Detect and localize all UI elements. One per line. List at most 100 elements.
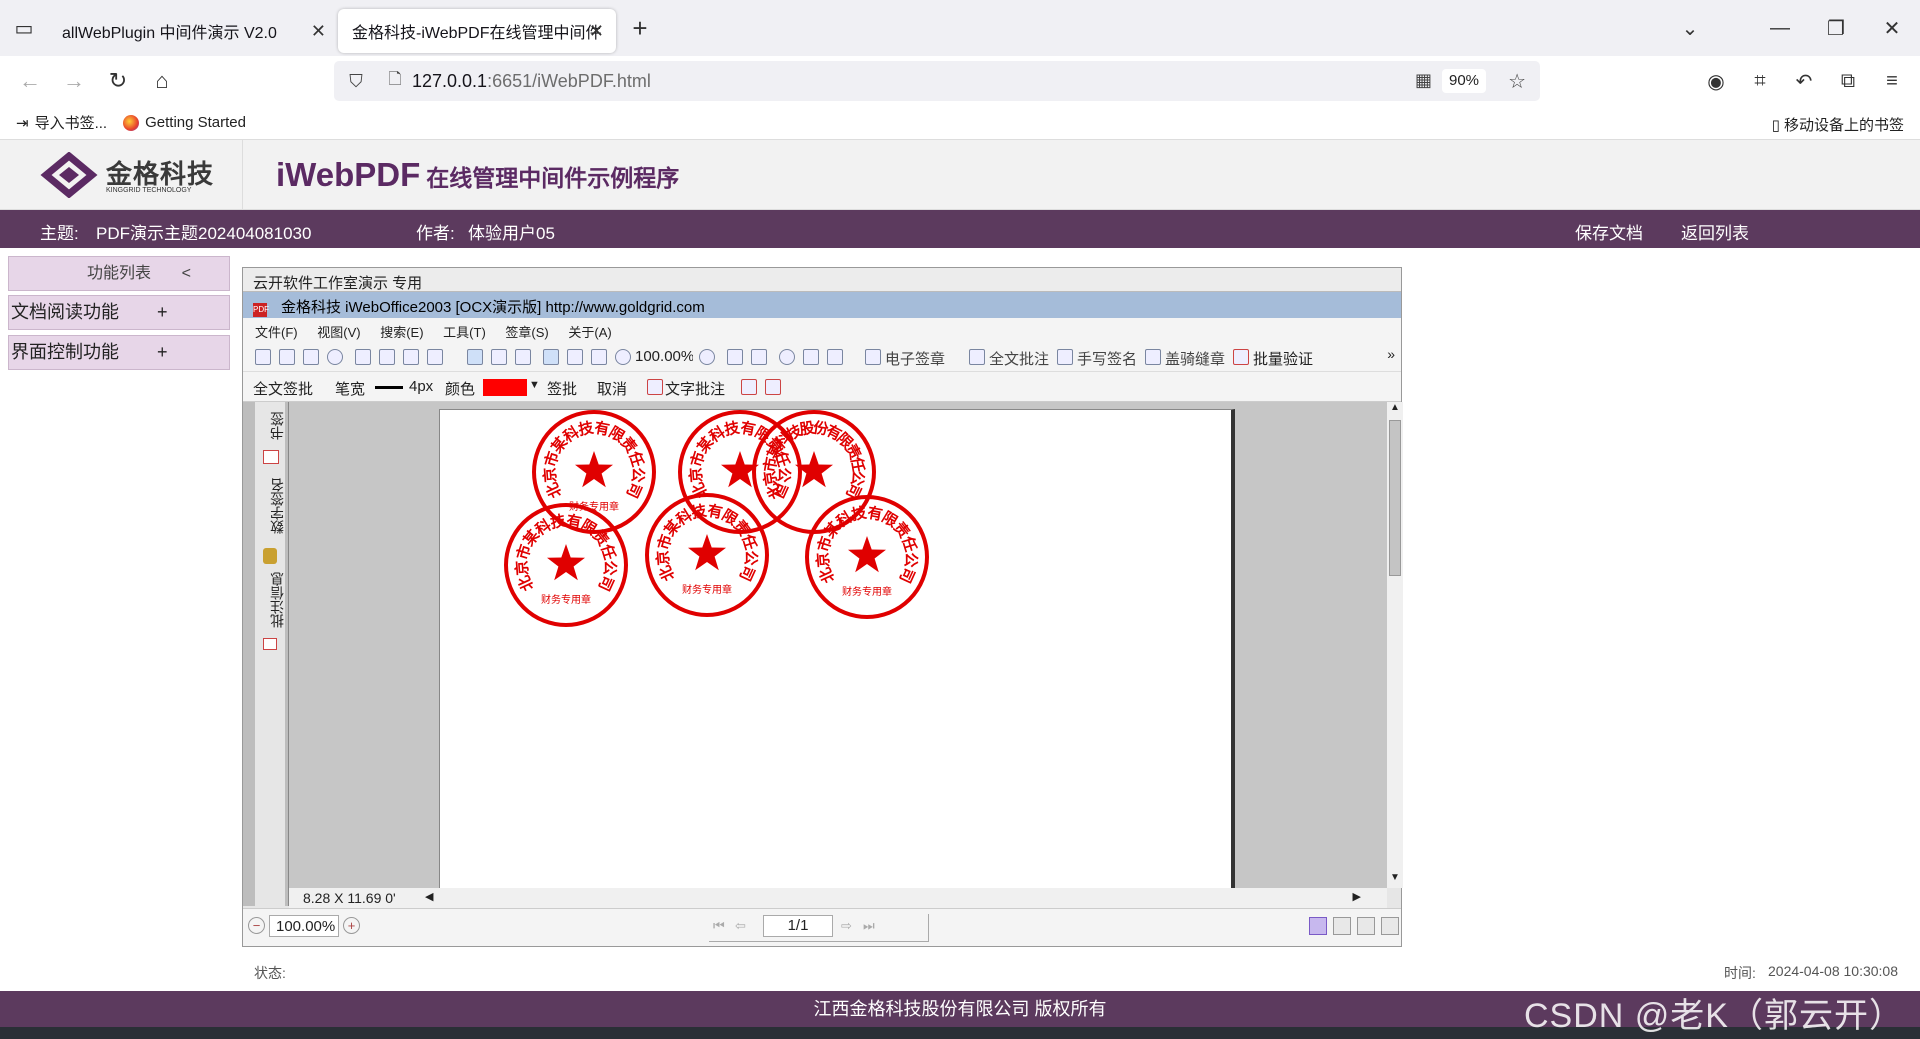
cancel-button[interactable]: 取消: [597, 378, 627, 399]
page-number-field[interactable]: 1/1: [763, 915, 833, 937]
bookmark-import[interactable]: 导入书签...: [35, 112, 108, 133]
menu-about[interactable]: 关于(A): [568, 325, 611, 340]
seal-stamp[interactable]: 北京市某科技有限责任公司财务专用章: [504, 503, 628, 627]
tab-overflow-chevron-icon[interactable]: ⌄: [1662, 0, 1718, 56]
snapshot-icon[interactable]: [515, 349, 531, 365]
pen-line-sample[interactable]: [375, 386, 403, 389]
last-page-icon[interactable]: ⏭: [863, 918, 875, 934]
lock-icon[interactable]: [427, 349, 443, 365]
seal-stamp[interactable]: 北京市某科技有限责任公司财务专用章: [645, 493, 769, 617]
bookmark-getting-started[interactable]: Getting Started: [145, 114, 246, 131]
batch-verify-icon[interactable]: [1233, 349, 1249, 365]
menu-view[interactable]: 视图(V): [317, 325, 360, 340]
handwrite-icon[interactable]: [1057, 349, 1073, 365]
binoculars-icon[interactable]: [403, 349, 419, 365]
e-seal-label[interactable]: 电子签章: [885, 348, 945, 369]
batch-verify-label[interactable]: 批量验证: [1253, 348, 1313, 369]
tools-icon[interactable]: [803, 349, 819, 365]
save-document-link[interactable]: 保存文档: [1575, 219, 1643, 244]
tab-iwebpdf[interactable]: 金格科技-iWebPDF在线管理中间件 ✕: [338, 9, 616, 53]
qr-code-icon[interactable]: ▦: [1415, 70, 1432, 91]
link-icon[interactable]: [827, 349, 843, 365]
star-icon[interactable]: ☆: [1508, 69, 1526, 94]
close-icon[interactable]: ✕: [311, 21, 326, 42]
text-note-icon[interactable]: [647, 379, 663, 395]
facing-view-icon[interactable]: [1357, 917, 1375, 935]
pen-width-value[interactable]: 4px: [409, 378, 433, 395]
forward-arrow-icon[interactable]: →: [52, 68, 96, 94]
account-icon[interactable]: ◉: [1694, 69, 1738, 94]
mobile-bookmarks[interactable]: ▯ 移动设备上的书签: [1772, 114, 1904, 135]
home-icon[interactable]: ⌂: [140, 68, 184, 94]
minimize-button[interactable]: —: [1752, 0, 1808, 56]
color-swatch[interactable]: [483, 379, 527, 396]
scroll-up-icon[interactable]: ▲: [1389, 402, 1401, 418]
document-canvas[interactable]: 北京市某科技有限责任公司财务专用章北京市某科技有限责任公司北京市某科技股份有限责…: [289, 402, 1387, 891]
pdf-page[interactable]: 北京市某科技有限责任公司财务专用章北京市某科技有限责任公司北京市某科技股份有限责…: [439, 409, 1235, 891]
zoom-out-icon[interactable]: [615, 349, 631, 365]
seal-stamp[interactable]: 北京市某科技有限责任公司财务专用章: [805, 495, 929, 619]
vertical-scrollbar[interactable]: ▲ ▼: [1387, 402, 1403, 888]
next-page-icon[interactable]: ⇨: [841, 918, 852, 934]
sidebar-header[interactable]: 功能列表 <: [8, 256, 230, 291]
crop-icon[interactable]: ⌗: [1738, 70, 1782, 93]
side-tab-digital-signature[interactable]: 数字签名: [267, 478, 287, 534]
first-page-icon[interactable]: ⏮: [713, 918, 725, 934]
menu-search[interactable]: 搜索(E): [380, 325, 423, 340]
e-seal-icon[interactable]: [865, 349, 881, 365]
open-icon[interactable]: [255, 349, 271, 365]
menu-tools[interactable]: 工具(T): [443, 325, 486, 340]
fit-page-icon[interactable]: [543, 349, 559, 365]
handwrite-label[interactable]: 手写签名: [1077, 348, 1137, 369]
side-tab-annotations[interactable]: 批注信息: [267, 572, 287, 628]
full-annotation-icon[interactable]: [969, 349, 985, 365]
extensions-icon[interactable]: ⧉: [1826, 70, 1870, 93]
rotate-right-icon[interactable]: [751, 349, 767, 365]
back-to-list-link[interactable]: 返回列表: [1681, 219, 1749, 244]
continuous-view-icon[interactable]: [1333, 917, 1351, 935]
toolbar-zoom-value[interactable]: 100.00%: [635, 348, 693, 365]
back-arrow-icon[interactable]: ←: [8, 68, 52, 94]
single-page-view-icon[interactable]: [1309, 917, 1327, 935]
close-doc-icon[interactable]: [327, 349, 343, 365]
full-sign-button[interactable]: 全文签批: [253, 378, 313, 399]
sign-button[interactable]: 签批: [547, 378, 577, 399]
close-icon[interactable]: ✕: [589, 21, 604, 42]
toolbar-overflow-icon[interactable]: »: [1387, 346, 1395, 362]
cross-page-seal-icon[interactable]: [1145, 349, 1161, 365]
scroll-down-icon[interactable]: ▼: [1389, 872, 1401, 888]
menu-icon[interactable]: ≡: [1870, 70, 1914, 93]
new-tab-button[interactable]: +: [616, 13, 664, 44]
full-annotation-label[interactable]: 全文批注: [989, 348, 1049, 369]
rotate-left-icon[interactable]: [727, 349, 743, 365]
chevron-down-icon[interactable]: ▼: [529, 379, 540, 391]
menu-signature[interactable]: 签章(S): [505, 325, 548, 340]
undo-icon[interactable]: ↶: [1782, 69, 1826, 94]
close-window-button[interactable]: ✕: [1864, 0, 1920, 56]
collapse-chevron-icon[interactable]: <: [182, 257, 191, 290]
sidebar-item-doc-reading[interactable]: 文档阅读功能 +: [8, 295, 230, 330]
select-tool-icon[interactable]: [491, 349, 507, 365]
zoom-indicator[interactable]: 90%: [1442, 69, 1486, 93]
scroll-left-icon[interactable]: ◀: [425, 890, 433, 903]
zoom-out-icon[interactable]: −: [248, 917, 265, 934]
properties-icon[interactable]: [379, 349, 395, 365]
reload-icon[interactable]: ↻: [96, 68, 140, 94]
prev-page-icon[interactable]: ⇦: [735, 918, 746, 934]
expand-plus-icon[interactable]: +: [157, 296, 168, 329]
hand-tool-icon[interactable]: [467, 349, 483, 365]
expand-plus-icon[interactable]: +: [157, 336, 168, 369]
zoom-in-icon[interactable]: +: [343, 917, 360, 934]
save-icon[interactable]: [279, 349, 295, 365]
status-zoom-field[interactable]: 100.00%: [269, 915, 339, 937]
sidebar-item-ui-control[interactable]: 界面控制功能 +: [8, 335, 230, 370]
restore-button[interactable]: ❐: [1808, 0, 1864, 56]
fit-width-icon[interactable]: [591, 349, 607, 365]
save-as-icon[interactable]: [303, 349, 319, 365]
fit-height-icon[interactable]: [567, 349, 583, 365]
note-red-icon[interactable]: [741, 379, 757, 395]
print-icon[interactable]: [355, 349, 371, 365]
cross-page-seal-label[interactable]: 盖骑缝章: [1165, 348, 1225, 369]
url-bar[interactable]: ⛉ 🗋 127.0.0.1:6651/iWebPDF.html ▦ 90% ☆: [334, 61, 1540, 101]
zoom-in-icon[interactable]: [699, 349, 715, 365]
